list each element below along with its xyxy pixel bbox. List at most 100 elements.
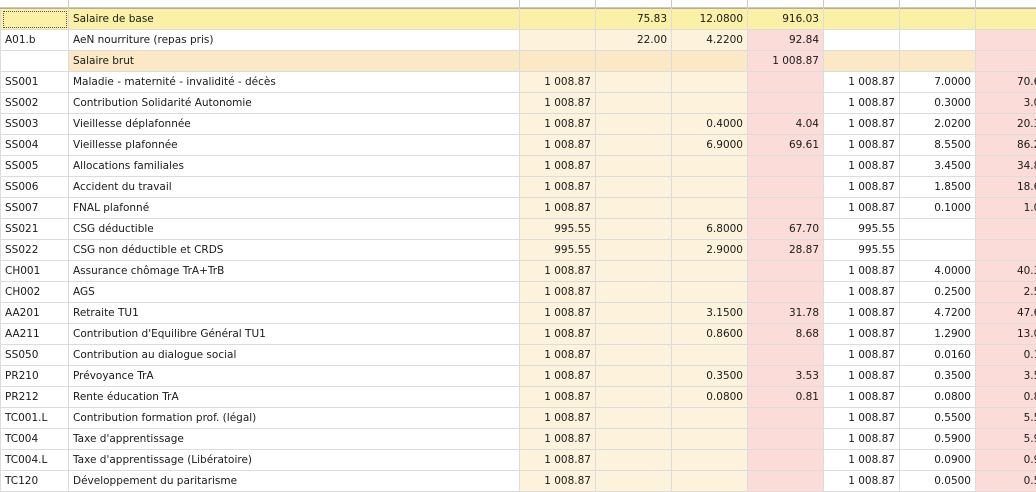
table-row[interactable]: AA211 Contribution d'Equilibre Général TU…	[0, 323, 1036, 345]
employee-rate-cell[interactable]	[671, 71, 748, 93]
quantity-cell[interactable]	[595, 92, 672, 114]
base-cell[interactable]: 1 008.87	[519, 386, 596, 408]
base-cell[interactable]: 1 008.87	[519, 470, 596, 492]
employer-base-cell[interactable]: 1 008.87	[823, 323, 900, 345]
quantity-cell[interactable]	[595, 470, 672, 492]
employer-amount-cell[interactable]: 70.62	[975, 71, 1036, 93]
base-cell[interactable]: 1 008.87	[519, 281, 596, 303]
quantity-cell[interactable]	[595, 50, 672, 72]
base-cell[interactable]: 1 008.87	[519, 134, 596, 156]
employer-base-cell[interactable]: 1 008.87	[823, 449, 900, 471]
employer-amount-cell[interactable]: 20.38	[975, 113, 1036, 135]
employer-rate-cell[interactable]: 4.7200	[899, 302, 976, 324]
employer-base-cell[interactable]: 1 008.87	[823, 113, 900, 135]
table-row[interactable]: SS006 Accident du travail 1 008.87 1 008.87…	[0, 176, 1036, 198]
table-row[interactable]: CH001 Assurance chômage TrA+TrB 1 008.87 1 …	[0, 260, 1036, 282]
employer-amount-cell[interactable]	[975, 50, 1036, 72]
employer-base-cell[interactable]: 1 008.87	[823, 470, 900, 492]
employee-amount-cell[interactable]	[747, 428, 824, 450]
rubric-label-cell[interactable]: CSG déductible	[68, 218, 520, 240]
rubric-label-cell[interactable]: AeN nourriture (repas pris)	[68, 29, 520, 51]
rubric-code-cell[interactable]: TC004	[0, 428, 69, 450]
employee-amount-cell[interactable]	[747, 281, 824, 303]
quantity-cell[interactable]	[595, 386, 672, 408]
employer-rate-cell[interactable]: 1.2900	[899, 323, 976, 345]
quantity-cell[interactable]	[595, 302, 672, 324]
employer-amount-cell[interactable]: 0.81	[975, 386, 1036, 408]
employee-rate-cell[interactable]: 4.2200	[671, 29, 748, 51]
employee-amount-cell[interactable]	[747, 71, 824, 93]
rubric-label-cell[interactable]: Assurance chômage TrA+TrB	[68, 260, 520, 282]
quantity-cell[interactable]	[595, 71, 672, 93]
table-row[interactable]: SS003 Vieillesse déplafonnée 1 008.87 0.400…	[0, 113, 1036, 135]
table-row[interactable]: PR210 Prévoyance TrA 1 008.87 0.3500 3.53 1 0…	[0, 365, 1036, 387]
employer-base-cell[interactable]: 1 008.87	[823, 281, 900, 303]
employee-amount-cell[interactable]: 69.61	[747, 134, 824, 156]
quantity-cell[interactable]: 75.83	[595, 8, 672, 30]
employee-rate-cell[interactable]	[671, 344, 748, 366]
quantity-cell[interactable]	[595, 281, 672, 303]
employee-rate-cell[interactable]	[671, 470, 748, 492]
base-cell[interactable]: 1 008.87	[519, 365, 596, 387]
employer-amount-cell[interactable]: 3.03	[975, 92, 1036, 114]
rubric-code-cell[interactable]: TC004.L	[0, 449, 69, 471]
employee-rate-cell[interactable]	[671, 428, 748, 450]
rubric-label-cell[interactable]: Contribution formation prof. (légal)	[68, 407, 520, 429]
employee-amount-cell[interactable]	[747, 470, 824, 492]
quantity-cell[interactable]: 22.00	[595, 29, 672, 51]
rubric-label-cell[interactable]: Développement du paritarisme	[68, 470, 520, 492]
employer-base-cell[interactable]: 1 008.87	[823, 302, 900, 324]
rubric-code-cell[interactable]: SS050	[0, 344, 69, 366]
employer-amount-cell[interactable]: 5.55	[975, 407, 1036, 429]
employer-base-cell[interactable]: 1 008.87	[823, 197, 900, 219]
rubric-code-cell[interactable]: SS004	[0, 134, 69, 156]
base-cell[interactable]: 1 008.87	[519, 71, 596, 93]
employee-amount-cell[interactable]: 8.68	[747, 323, 824, 345]
table-row[interactable]: AA201 Retraite TU1 1 008.87 3.1500 31.78 1 00…	[0, 302, 1036, 324]
employee-rate-cell[interactable]: 0.0800	[671, 386, 748, 408]
rubric-label-cell[interactable]: Retraite TU1	[68, 302, 520, 324]
base-cell[interactable]: 1 008.87	[519, 323, 596, 345]
table-row[interactable]: PR212 Rente éducation TrA 1 008.87 0.0800 0.…	[0, 386, 1036, 408]
rubric-label-cell[interactable]: Allocations familiales	[68, 155, 520, 177]
rubric-code-cell[interactable]: SS002	[0, 92, 69, 114]
employer-rate-cell[interactable]: 0.0900	[899, 449, 976, 471]
rubric-label-cell[interactable]: Salaire brut	[68, 50, 520, 72]
employee-amount-cell[interactable]: 4.04	[747, 113, 824, 135]
rubric-label-cell[interactable]: Salaire de base	[68, 8, 520, 30]
base-cell[interactable]: 995.55	[519, 239, 596, 261]
employee-rate-cell[interactable]	[671, 281, 748, 303]
employer-amount-cell[interactable]: 0.16	[975, 344, 1036, 366]
employee-amount-cell[interactable]: 0.81	[747, 386, 824, 408]
employee-amount-cell[interactable]	[747, 92, 824, 114]
employee-amount-cell[interactable]	[747, 344, 824, 366]
rubric-label-cell[interactable]: Contribution d'Equilibre Général TU1	[68, 323, 520, 345]
rubric-code-cell[interactable]	[0, 8, 69, 30]
base-cell[interactable]	[519, 50, 596, 72]
rubric-code-cell[interactable]: A01.b	[0, 29, 69, 51]
rubric-code-cell[interactable]: PR212	[0, 386, 69, 408]
employer-rate-cell[interactable]: 1.8500	[899, 176, 976, 198]
quantity-cell[interactable]	[595, 407, 672, 429]
employee-amount-cell[interactable]	[747, 197, 824, 219]
employer-amount-cell[interactable]: 0.50	[975, 470, 1036, 492]
employer-rate-cell[interactable]: 0.0500	[899, 470, 976, 492]
base-cell[interactable]: 1 008.87	[519, 92, 596, 114]
employee-amount-cell[interactable]: 1 008.87	[747, 50, 824, 72]
employer-rate-cell[interactable]	[899, 218, 976, 240]
rubric-label-cell[interactable]: CSG non déductible et CRDS	[68, 239, 520, 261]
employee-amount-cell[interactable]: 916.03	[747, 8, 824, 30]
rubric-label-cell[interactable]: Maladie - maternité - invalidité - décès	[68, 71, 520, 93]
employee-rate-cell[interactable]	[671, 155, 748, 177]
employee-rate-cell[interactable]: 6.8000	[671, 218, 748, 240]
quantity-cell[interactable]	[595, 134, 672, 156]
rubric-code-cell[interactable]: TC001.L	[0, 407, 69, 429]
employer-amount-cell[interactable]: 13.01	[975, 323, 1036, 345]
employer-rate-cell[interactable]: 0.3000	[899, 92, 976, 114]
employee-rate-cell[interactable]: 12.0800	[671, 8, 748, 30]
table-row[interactable]: SS005 Allocations familiales 1 008.87 1 008…	[0, 155, 1036, 177]
quantity-cell[interactable]	[595, 155, 672, 177]
table-row[interactable]: TC001.L Contribution formation prof. (lég…	[0, 407, 1036, 429]
table-row[interactable]: TC004.L Taxe d'apprentissage (Libératoire…	[0, 449, 1036, 471]
employer-rate-cell[interactable]: 8.5500	[899, 134, 976, 156]
